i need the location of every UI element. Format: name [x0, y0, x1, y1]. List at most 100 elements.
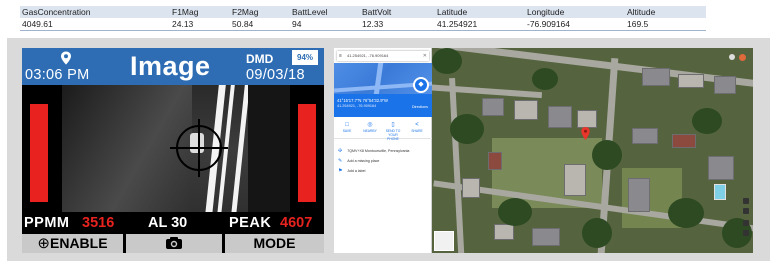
map-tree — [692, 108, 722, 134]
location-pin-icon — [61, 51, 71, 65]
zoom-out-icon[interactable] — [743, 230, 749, 236]
peak-value: 4607 — [280, 215, 313, 231]
map-house — [632, 128, 658, 144]
coordinates-dms: 41°15'17.7"N 76°54'32.9"W — [337, 98, 388, 103]
map-top-controls — [729, 54, 749, 62]
table-cell: 94 — [292, 19, 302, 29]
action-label: SEND TO YOUR PHONE — [385, 129, 401, 141]
plus-code-row[interactable]: ✣ 7QMV+X8 Montoursville, Pennsylvania — [338, 148, 409, 154]
map-tree — [592, 140, 622, 170]
camera-image-dark-edge — [248, 85, 290, 212]
map-house — [564, 164, 586, 196]
sensor-data-table: GasConcentration F1Mag F2Mag BattLevel B… — [20, 6, 706, 31]
crosshair-icon — [170, 119, 228, 177]
map-house — [678, 74, 704, 88]
enable-button[interactable]: ⊕ENABLE — [22, 234, 123, 253]
screen-title: Image — [130, 51, 211, 81]
col-header: BattVolt — [362, 7, 392, 17]
table-cell: 50.84 — [232, 19, 254, 29]
map-tree — [582, 218, 612, 248]
phone-icon: ▯ — [391, 122, 395, 128]
map-search-box[interactable]: ≡ 41.254921, -76.909164 ✕ — [337, 51, 429, 61]
map-house — [548, 106, 572, 128]
plus-code-icon: ✣ — [338, 148, 343, 154]
satellite-map[interactable] — [432, 48, 753, 253]
col-header: Longitude — [527, 7, 565, 17]
save-action[interactable]: □ SAVE — [336, 121, 358, 133]
date-readout: 09/03/18 — [246, 67, 305, 83]
add-place-row[interactable]: ✎ Add a missing place — [338, 158, 379, 164]
map-tree — [532, 68, 558, 90]
coordinates-decimal: 41.254921, -76.909164 — [337, 104, 377, 108]
table-cell: 12.33 — [362, 19, 384, 29]
detector-screen: 03:06 PM Image DMD 94% 09/03/18 PPMM 351… — [22, 48, 324, 253]
enable-target-icon: ⊕ — [37, 235, 50, 252]
camera-button[interactable] — [126, 234, 222, 253]
add-label-row[interactable]: ⚑ Add a label — [338, 168, 365, 174]
edit-icon: ✎ — [338, 158, 343, 164]
menu-icon[interactable]: ≡ — [339, 51, 342, 61]
map-house — [488, 152, 502, 170]
table-cell: 169.5 — [627, 19, 649, 29]
add-place-text: Add a missing place — [347, 159, 380, 163]
col-header: Latitude — [437, 7, 468, 17]
col-header: F2Mag — [232, 7, 259, 17]
map-house — [628, 178, 650, 212]
place-actions: □ SAVE ◎ NEARBY ▯ SEND TO YOUR PHONE < S… — [334, 119, 432, 141]
mode-button[interactable]: MODE — [225, 234, 324, 253]
map-tree — [450, 114, 484, 144]
share-action[interactable]: < SHARE — [406, 121, 428, 133]
compass-icon[interactable] — [743, 198, 749, 204]
map-layer-thumbnail[interactable] — [434, 231, 454, 251]
mode-indicator: DMD — [246, 52, 274, 66]
directions-label: Directions — [412, 105, 428, 109]
avatar[interactable] — [739, 54, 746, 61]
measurement-readout: PPMM 3516 AL 30 PEAK 4607 — [22, 214, 324, 234]
time-readout: 03:06 PM — [25, 67, 90, 83]
map-house — [577, 110, 597, 128]
map-house — [482, 98, 504, 116]
right-alarm-bar — [298, 104, 316, 202]
map-tree — [498, 198, 532, 226]
left-alarm-bar — [30, 104, 48, 202]
table-cell: -76.909164 — [527, 19, 571, 29]
map-house — [532, 228, 560, 246]
action-label: SHARE — [411, 129, 423, 133]
map-house — [672, 134, 696, 148]
table-cell: 24.13 — [172, 19, 194, 29]
save-icon: □ — [345, 122, 349, 128]
detector-header: 03:06 PM Image DMD 94% 09/03/18 — [22, 48, 324, 85]
search-text: 41.254921, -76.909164 — [347, 53, 389, 58]
nearby-action[interactable]: ◎ NEARBY — [359, 121, 381, 133]
map-house — [514, 100, 538, 120]
screenshots-panel: 03:06 PM Image DMD 94% 09/03/18 PPMM 351… — [7, 38, 770, 261]
plus-code-text: 7QMV+X8 Montoursville, Pennsylvania — [347, 149, 410, 153]
ppmm-value: 3516 — [82, 215, 115, 231]
map-pool — [714, 184, 726, 200]
send-to-phone-action[interactable]: ▯ SEND TO YOUR PHONE — [382, 121, 404, 141]
table-row: 4049.61 24.13 50.84 94 12.33 41.254921 -… — [20, 18, 706, 31]
flag-icon: ⚑ — [338, 168, 343, 174]
map-house — [462, 178, 480, 198]
map-tree — [668, 198, 704, 228]
pegman-icon[interactable] — [743, 208, 749, 214]
directions-button[interactable]: ◆ — [413, 77, 429, 93]
map-house — [708, 156, 734, 180]
map-house — [494, 224, 514, 240]
action-label: SAVE — [342, 129, 352, 133]
col-header: Altitude — [627, 7, 656, 17]
map-screenshot: ≡ 41.254921, -76.909164 ✕ 41°15'17.7"N 7… — [334, 48, 753, 253]
directions-icon: ◆ — [418, 81, 424, 88]
action-label: NEARBY — [363, 129, 377, 133]
map-sidebar: ≡ 41.254921, -76.909164 ✕ 41°15'17.7"N 7… — [334, 48, 432, 253]
apps-icon[interactable] — [729, 54, 735, 60]
location-marker-icon[interactable] — [581, 127, 590, 140]
ppmm-label: PPMM — [24, 215, 70, 231]
close-icon[interactable]: ✕ — [423, 51, 427, 61]
col-header: F1Mag — [172, 7, 199, 17]
nearby-icon: ◎ — [367, 122, 373, 128]
map-tree — [432, 48, 462, 74]
map-house — [714, 76, 736, 94]
zoom-in-icon[interactable] — [743, 220, 749, 226]
table-cell: 41.254921 — [437, 19, 478, 29]
